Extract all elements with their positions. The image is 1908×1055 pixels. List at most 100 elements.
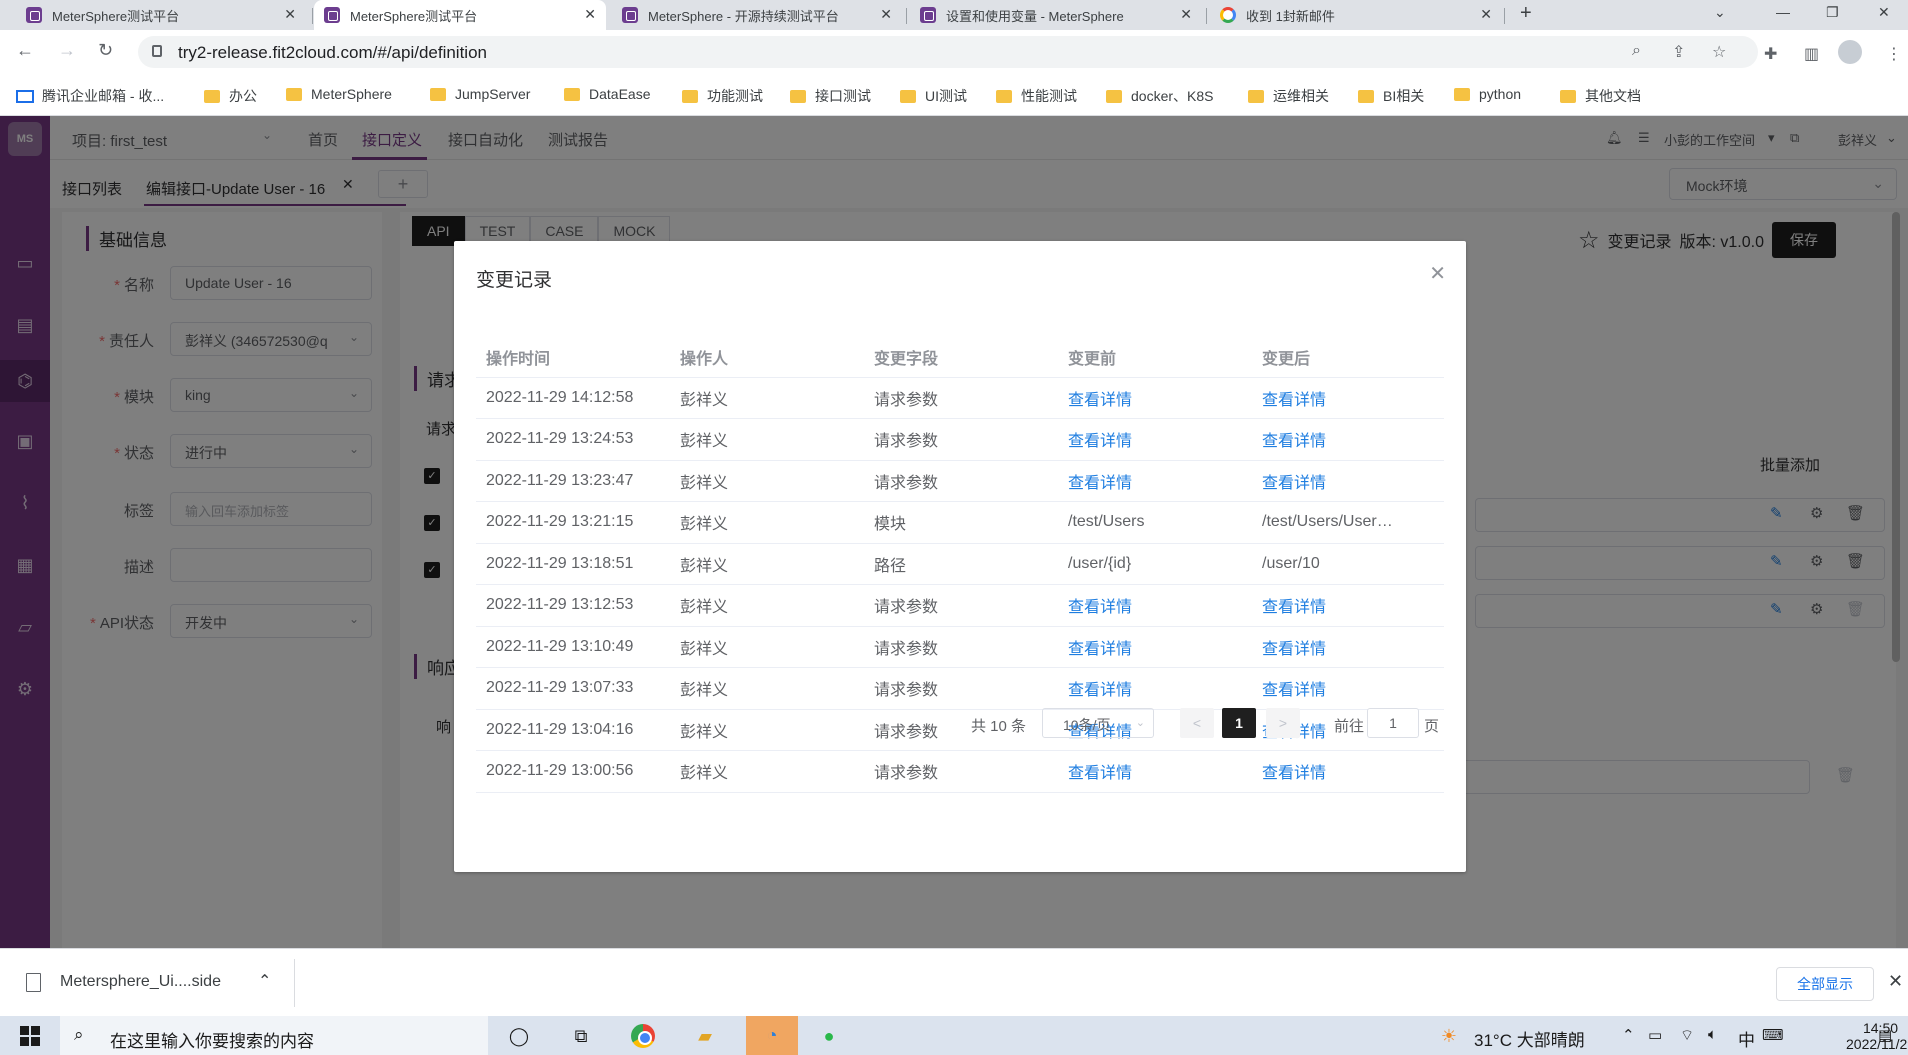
table-row: 2022-11-29 13:21:15 彭祥义 模块/test/Users/test… <box>476 501 1444 544</box>
ime-indicator[interactable]: 中 <box>1738 1026 1755 1051</box>
app-icon[interactable]: ◔ <box>746 1016 798 1055</box>
prev-page-button[interactable]: < <box>1180 708 1214 738</box>
view-details-link[interactable]: 查看详情 <box>1068 433 1132 450</box>
cortana-icon[interactable]: ◯ <box>506 1023 532 1049</box>
side-panel-icon[interactable]: ▥ <box>1804 44 1819 64</box>
tab-separator <box>1206 8 1207 24</box>
close-tab-icon[interactable]: ✕ <box>1480 6 1492 23</box>
close-tab-icon[interactable]: ✕ <box>880 6 892 23</box>
cell-operation-time: 2022-11-29 13:10:49 <box>476 626 670 668</box>
download-filename[interactable]: Metersphere_Ui....side <box>60 973 221 991</box>
cell-operation-time: 2022-11-29 13:24:53 <box>476 418 670 461</box>
chrome-icon[interactable] <box>630 1023 656 1049</box>
current-page-button[interactable]: 1 <box>1222 708 1256 738</box>
close-tab-icon[interactable]: ✕ <box>584 6 596 23</box>
view-details-link[interactable]: 查看详情 <box>1068 599 1132 616</box>
view-details-link[interactable]: 查看详情 <box>1262 433 1326 450</box>
bookmark-folder[interactable]: 接口测试 <box>790 86 871 106</box>
forward-icon[interactable]: → <box>58 40 76 61</box>
table-row: 2022-11-29 13:12:53 彭祥义 请求参数 查看详情 查看详情 <box>476 584 1444 627</box>
view-details-link[interactable]: 查看详情 <box>1068 392 1132 409</box>
cell-changed-field: 请求参数 <box>864 750 1058 793</box>
wifi-icon[interactable]: ⌔ <box>1680 1026 1694 1045</box>
menu-dots-icon[interactable]: ⋮ <box>1886 44 1902 64</box>
clock[interactable]: 14:50 2022/11/29 <box>1846 1020 1908 1052</box>
view-details-link[interactable]: 查看详情 <box>1262 682 1326 699</box>
view-details-link[interactable]: 查看详情 <box>1068 682 1132 699</box>
bookmark-folder[interactable]: BI相关 <box>1358 86 1424 106</box>
zoom-icon[interactable]: ⌕ <box>1632 42 1641 60</box>
folder-icon <box>900 89 916 103</box>
bookmark-folder[interactable]: JumpServer <box>430 86 530 102</box>
window-close-icon[interactable]: ✕ <box>1878 4 1890 21</box>
bookmark-folder[interactable]: MeterSphere <box>286 86 392 102</box>
bookmark-item[interactable]: 腾讯企业邮箱 - 收... <box>16 86 164 106</box>
task-view-icon[interactable]: ⧉ <box>568 1023 594 1049</box>
bookmark-folder[interactable]: docker、K8S <box>1106 86 1213 106</box>
browser-tab[interactable]: MeterSphere测试平台 ✕ <box>16 0 306 30</box>
restore-icon[interactable]: ❐ <box>1826 4 1839 21</box>
share-icon[interactable]: ⇪ <box>1672 42 1685 62</box>
chevron-up-icon[interactable]: ⌃ <box>258 971 271 991</box>
bookmark-label: MeterSphere <box>311 86 392 102</box>
table-row: 2022-11-29 13:23:47 彭祥义 请求参数 查看详情 查看详情 <box>476 460 1444 502</box>
bookmark-folder[interactable]: 功能测试 <box>682 86 763 106</box>
close-icon[interactable]: ✕ <box>1888 971 1903 992</box>
weather-text[interactable]: 31°C 大部晴朗 <box>1474 1026 1585 1051</box>
extensions-icon[interactable]: ✚ <box>1764 44 1777 64</box>
bookmark-folder[interactable]: python <box>1454 86 1521 102</box>
metersphere-favicon-icon <box>920 7 936 23</box>
view-details-link[interactable]: 查看详情 <box>1068 475 1132 492</box>
back-icon[interactable]: ← <box>16 40 34 61</box>
bookmark-folder[interactable]: UI测试 <box>900 86 967 106</box>
battery-icon[interactable]: ▭ <box>1648 1026 1662 1044</box>
goto-page-input[interactable]: 1 <box>1367 708 1419 738</box>
view-details-link[interactable]: 查看详情 <box>1262 392 1326 409</box>
close-tab-icon[interactable]: ✕ <box>1180 6 1192 23</box>
change-history-dialog: 变更记录 ✕ 操作时间 操作人 变更字段 变更前 变更后 2022-11-29 … <box>454 241 1466 872</box>
bookmark-folder[interactable]: 其他文档 <box>1560 86 1641 106</box>
tab-search-icon[interactable]: ⌄ <box>1714 4 1726 21</box>
minimize-icon[interactable]: — <box>1776 4 1790 20</box>
view-details-link[interactable]: 查看详情 <box>1068 641 1132 658</box>
bookmark-label: 接口测试 <box>815 88 871 104</box>
view-details-link[interactable]: 查看详情 <box>1262 475 1326 492</box>
page-size-select[interactable]: 10条/页 ⌄ <box>1042 708 1154 738</box>
view-details-link[interactable]: 查看详情 <box>1262 641 1326 658</box>
chevron-up-icon[interactable]: ⌃ <box>1622 1026 1635 1044</box>
notification-icon[interactable]: ▤ <box>1878 1026 1892 1044</box>
bookmark-folder[interactable]: DataEase <box>564 86 650 102</box>
file-explorer-icon[interactable]: ▰ <box>692 1023 718 1049</box>
browser-tab[interactable]: 收到 1封新邮件 ✕ <box>1210 0 1502 30</box>
show-all-button[interactable]: 全部显示 <box>1776 967 1874 1001</box>
bookmark-folder[interactable]: 性能测试 <box>996 86 1077 106</box>
view-details-link[interactable]: 查看详情 <box>1262 765 1326 782</box>
cell-operator: 彭祥义 <box>670 501 864 544</box>
bookmark-star-icon[interactable]: ☆ <box>1712 42 1726 62</box>
ime-mode-icon[interactable]: ⌨ <box>1762 1026 1784 1044</box>
browser-tab-active[interactable]: MeterSphere测试平台 ✕ <box>314 0 606 30</box>
wechat-icon[interactable]: ● <box>816 1023 842 1049</box>
browser-tab[interactable]: 设置和使用变量 - MeterSphere ✕ <box>910 0 1202 30</box>
table-row: 2022-11-29 13:18:51 彭祥义 路径/user/{id}/user/… <box>476 543 1444 585</box>
close-icon[interactable]: ✕ <box>1429 261 1446 286</box>
close-tab-icon[interactable]: ✕ <box>284 6 296 23</box>
bookmark-folder[interactable]: 办公 <box>204 86 257 106</box>
metersphere-favicon-icon <box>324 7 340 23</box>
cell-operator: 彭祥义 <box>670 750 864 793</box>
folder-icon <box>682 89 698 103</box>
folder-icon <box>1560 89 1576 103</box>
profile-avatar[interactable] <box>1838 40 1862 64</box>
taskbar-search[interactable]: ⌕ 在这里输入你要搜索的内容 <box>60 1016 488 1055</box>
bookmark-folder[interactable]: 运维相关 <box>1248 86 1329 106</box>
reload-icon[interactable]: ↻ <box>98 40 113 61</box>
windows-start-icon[interactable] <box>20 1026 40 1046</box>
view-details-link[interactable]: 查看详情 <box>1262 599 1326 616</box>
omnibox[interactable]: try2-release.fit2cloud.com/#/api/definit… <box>138 36 1758 68</box>
browser-tab[interactable]: MeterSphere - 开源持续测试平台 ✕ <box>612 0 902 30</box>
view-details-link[interactable]: 查看详情 <box>1068 765 1132 782</box>
new-tab-icon[interactable]: + <box>1520 2 1532 25</box>
volume-icon[interactable]: 🔈︎ <box>1708 1026 1717 1043</box>
next-page-button[interactable]: > <box>1266 708 1300 738</box>
url-text[interactable]: try2-release.fit2cloud.com/#/api/definit… <box>178 43 487 63</box>
